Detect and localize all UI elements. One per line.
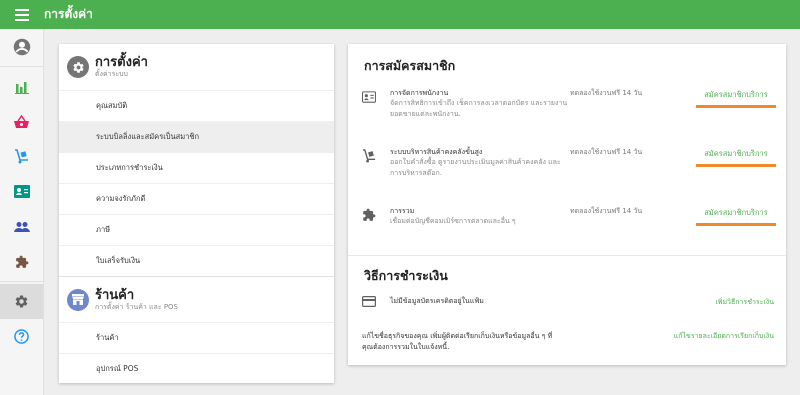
nav-item-payment-types[interactable]: ประเภทการชำระเงิน xyxy=(59,152,334,183)
shopping-basket-icon xyxy=(14,114,29,128)
bar-chart-icon xyxy=(14,81,29,94)
dolly-icon xyxy=(362,149,376,163)
sidebar-item-reports[interactable] xyxy=(0,69,43,104)
settings-section-title: การตั้งค่า xyxy=(95,55,148,70)
credit-card-row: ไม่มีข้อมูลบัตรเครดิตอยู่ในแฟ้ม เพิ่มวิธ… xyxy=(362,296,774,310)
store-section-title: ร้านค้า xyxy=(95,287,135,303)
dolly-icon xyxy=(15,149,28,164)
gear-icon xyxy=(67,56,89,78)
sidebar-item-sales[interactable] xyxy=(0,104,43,139)
sidebar-item-employees[interactable] xyxy=(0,174,43,209)
nav-item-loyalty[interactable]: ความจงรักภักดี xyxy=(59,183,334,214)
billing-details-row: แก้ไขชื่อธุรกิจของคุณ เพิ่มผู้ติดต่อเรีย… xyxy=(362,331,774,355)
add-payment-method-link[interactable]: เพิ่มวิธีการชำระเงิน xyxy=(715,297,774,308)
service-trial-text: ทดลองใช้งานฟรี 14 วัน xyxy=(570,207,643,215)
sidebar-item-account[interactable] xyxy=(0,29,43,64)
service-row-integrations: การรวม เชื่อมต่อบัญชีคอมเมิร์ซการตลาดและ… xyxy=(362,206,776,246)
account-circle-icon xyxy=(13,38,30,55)
service-description: ออกใบคำสั่งซื้อ ดูรายงานประเมินมูลค่าสิน… xyxy=(390,158,561,177)
store-section-subtitle: การตั้งค่า ร้านค้า และ POS xyxy=(95,302,179,311)
puzzle-icon xyxy=(15,255,28,268)
store-icon xyxy=(67,288,89,311)
section-divider xyxy=(348,255,786,256)
sidebar-item-inventory[interactable] xyxy=(0,139,43,174)
subscriptions-title: การสมัครสมาชิก xyxy=(364,58,456,73)
billing-subscriptions-card: การสมัครสมาชิก การจัดการพนักงาน จัดการสิ… xyxy=(348,44,786,365)
subscribe-button-integrations[interactable]: สมัครสมาชิกบริการ xyxy=(696,206,776,226)
subscribe-button-advanced-inventory[interactable]: สมัครสมาชิกบริการ xyxy=(696,147,776,167)
nav-item-taxes[interactable]: ภาษี xyxy=(59,214,334,245)
service-row-advanced-inventory: ระบบบริหารสินค้าคงคลังขั้นสูง ออกใบคำสั่… xyxy=(362,147,776,187)
hamburger-menu-icon[interactable] xyxy=(0,0,44,29)
service-description: เชื่อมต่อบัญชีคอมเมิร์ซการตลาดและอื่น ๆ xyxy=(390,217,516,225)
id-card-icon xyxy=(362,91,376,103)
service-trial-text: ทดลองใช้งานฟรี 14 วัน xyxy=(570,148,643,156)
sidebar-divider xyxy=(0,66,43,67)
credit-card-icon xyxy=(362,296,376,307)
store-section-header: ร้านค้า การตั้งค่า ร้านค้า และ POS xyxy=(59,276,334,322)
sidebar-item-integrations[interactable] xyxy=(0,244,43,279)
top-app-bar: การตั้งค่า xyxy=(0,0,800,29)
gear-icon xyxy=(15,295,28,308)
settings-navigation-card: การตั้งค่า ตั้งค่าระบบ คุณสมบัติ ระบบบิล… xyxy=(59,44,334,383)
edit-billing-details-link[interactable]: แก้ไขรายละเอียดการเรียกเก็บเงิน xyxy=(674,331,774,342)
subscribe-button-employee-management[interactable]: สมัครสมาชิกบริการ xyxy=(696,88,776,108)
billing-info-text: แก้ไขชื่อธุรกิจของคุณ เพิ่มผู้ติดต่อเรีย… xyxy=(362,332,553,351)
page-title: การตั้งค่า xyxy=(44,7,93,21)
help-icon xyxy=(14,329,29,344)
settings-section-subtitle: ตั้งค่าระบบ xyxy=(95,70,128,78)
id-card-icon xyxy=(13,185,30,198)
nav-item-stores[interactable]: ร้านค้า xyxy=(59,322,334,353)
sidebar-item-settings[interactable] xyxy=(0,284,43,319)
nav-item-features[interactable]: คุณสมบัติ xyxy=(59,90,334,121)
service-description: จัดการสิทธิการเข้าถึง เช็คการลงเวลาตอกบั… xyxy=(390,99,568,118)
nav-item-billing-subscriptions[interactable]: ระบบบิลลิ่งและสมัครเป็นสมาชิก xyxy=(59,121,334,152)
no-card-text: ไม่มีข้อมูลบัตรเครดิตอยู่ในแฟ้ม xyxy=(390,297,484,305)
payment-method-title: วิธีการชำระเงิน xyxy=(364,268,448,283)
sidebar-item-customers[interactable] xyxy=(0,209,43,244)
sidebar-divider xyxy=(0,281,43,282)
service-trial-text: ทดลองใช้งานฟรี 14 วัน xyxy=(570,89,643,97)
service-row-employee-management: การจัดการพนักงาน จัดการสิทธิการเข้าถึง เ… xyxy=(362,88,776,128)
nav-item-receipts[interactable]: ใบเสร็จรับเงิน xyxy=(59,245,334,276)
sidebar-item-help[interactable] xyxy=(0,319,43,354)
settings-section-header: การตั้งค่า ตั้งค่าระบบ xyxy=(59,44,334,90)
sidebar xyxy=(0,29,44,395)
puzzle-icon xyxy=(363,208,376,221)
people-icon xyxy=(13,221,30,232)
nav-item-pos-devices[interactable]: อุปกรณ์ POS xyxy=(59,353,334,384)
